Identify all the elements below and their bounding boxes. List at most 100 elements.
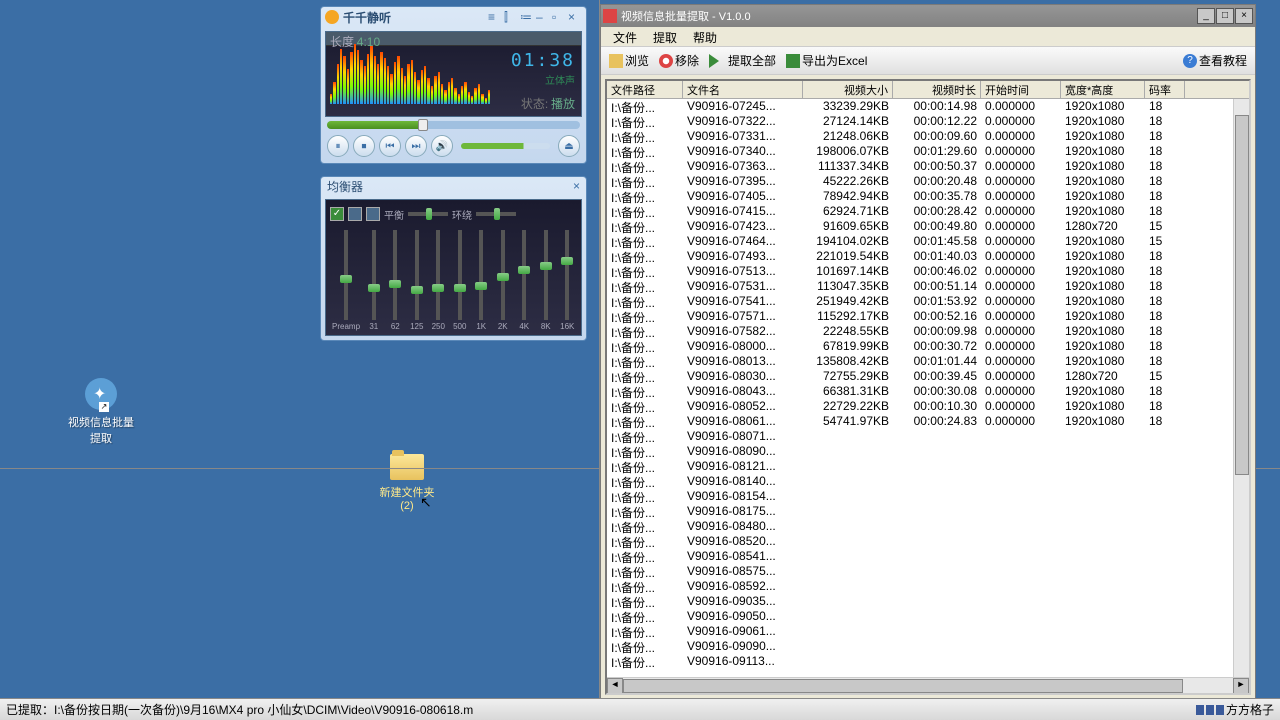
col-bitrate[interactable]: 码率 <box>1145 81 1185 98</box>
eq-band-4K[interactable]: 4K <box>517 230 533 331</box>
prev-button[interactable]: ⏮ <box>379 135 401 157</box>
menu-file[interactable]: 文件 <box>605 27 645 46</box>
eq-band-2K[interactable]: 2K <box>495 230 511 331</box>
mode-icon[interactable]: ▫ <box>552 10 566 24</box>
remove-button[interactable]: 移除 <box>655 50 703 71</box>
visualizer-icon[interactable]: ⫿ <box>504 10 518 24</box>
table-row[interactable]: I:\备份...V90916-08090... <box>607 444 1249 459</box>
playlist-icon[interactable]: ≡ <box>488 10 502 24</box>
table-row[interactable]: I:\备份...V90916-09090... <box>607 639 1249 654</box>
scroll-thumb[interactable] <box>1235 115 1249 475</box>
scroll-thumb-h[interactable] <box>623 679 1183 693</box>
progress-bar[interactable] <box>327 121 580 129</box>
eq-band-8K[interactable]: 8K <box>538 230 554 331</box>
stop-button[interactable]: ⏹ <box>353 135 375 157</box>
table-row[interactable]: I:\备份...V90916-07405...78942.94KB00:00:3… <box>607 189 1249 204</box>
eq-band-250[interactable]: 250 <box>431 230 447 331</box>
volume-slider[interactable] <box>461 143 550 149</box>
browse-button[interactable]: 浏览 <box>605 50 653 71</box>
table-row[interactable]: I:\备份...V90916-08052...22729.22KB00:00:1… <box>607 399 1249 414</box>
table-row[interactable]: I:\备份...V90916-08043...66381.31KB00:00:3… <box>607 384 1249 399</box>
eq-band-62[interactable]: 62 <box>388 230 404 331</box>
col-filename[interactable]: 文件名 <box>683 81 803 98</box>
eq-titlebar[interactable]: 均衡器 × <box>321 177 586 195</box>
table-row[interactable]: I:\备份...V90916-07331...21248.06KB00:00:0… <box>607 129 1249 144</box>
table-row[interactable]: I:\备份...V90916-09113... <box>607 654 1249 669</box>
table-row[interactable]: I:\备份...V90916-07415...62924.71KB00:00:2… <box>607 204 1249 219</box>
open-button[interactable]: ⏏ <box>558 135 580 157</box>
minimize-button[interactable]: _ <box>1197 8 1215 24</box>
extract-all-button[interactable]: 提取全部 <box>705 50 780 71</box>
eq-reset-button[interactable] <box>366 207 380 221</box>
table-row[interactable]: I:\备份...V90916-08154... <box>607 489 1249 504</box>
table-row[interactable]: I:\备份...V90916-08071... <box>607 429 1249 444</box>
scroll-left-arrow[interactable]: ◄ <box>607 678 623 694</box>
surround-slider[interactable] <box>476 212 516 216</box>
table-row[interactable]: I:\备份...V90916-07464...194104.02KB00:01:… <box>607 234 1249 249</box>
col-duration[interactable]: 视频时长 <box>893 81 981 98</box>
table-row[interactable]: I:\备份...V90916-07245...33239.29KB00:00:1… <box>607 99 1249 114</box>
table-row[interactable]: I:\备份...V90916-07541...251949.42KB00:01:… <box>607 294 1249 309</box>
table-row[interactable]: I:\备份...V90916-08175... <box>607 504 1249 519</box>
table-row[interactable]: I:\备份...V90916-08140... <box>607 474 1249 489</box>
table-row[interactable]: I:\备份...V90916-07493...221019.54KB00:01:… <box>607 249 1249 264</box>
eq-band-1K[interactable]: 1K <box>474 230 490 331</box>
maximize-button[interactable]: □ <box>1216 8 1234 24</box>
progress-thumb[interactable] <box>418 119 428 131</box>
menu-extract[interactable]: 提取 <box>645 27 685 46</box>
table-row[interactable]: I:\备份...V90916-09061... <box>607 624 1249 639</box>
table-row[interactable]: I:\备份...V90916-09035... <box>607 594 1249 609</box>
menu-help[interactable]: 帮助 <box>685 27 725 46</box>
eq-band-Preamp[interactable]: Preamp <box>332 230 360 331</box>
next-button[interactable]: ⏭ <box>405 135 427 157</box>
col-size[interactable]: 视频大小 <box>803 81 893 98</box>
table-row[interactable]: I:\备份...V90916-07423...91609.65KB00:00:4… <box>607 219 1249 234</box>
horizontal-scrollbar[interactable]: ◄ ► <box>607 677 1249 693</box>
table-row[interactable]: I:\备份...V90916-08520... <box>607 534 1249 549</box>
eq-preset-button[interactable] <box>348 207 362 221</box>
vertical-scrollbar[interactable] <box>1233 99 1249 677</box>
volume-button[interactable]: 🔊 <box>431 135 453 157</box>
eq-close-icon[interactable]: × <box>573 179 580 193</box>
table-row[interactable]: I:\备份...V90916-08575... <box>607 564 1249 579</box>
lyrics-icon[interactable]: ≔ <box>520 10 534 24</box>
close-button[interactable]: × <box>1235 8 1253 24</box>
table-row[interactable]: I:\备份...V90916-08541... <box>607 549 1249 564</box>
table-row[interactable]: I:\备份...V90916-08061...54741.97KB00:00:2… <box>607 414 1249 429</box>
balance-slider[interactable] <box>408 212 448 216</box>
table-row[interactable]: I:\备份...V90916-07571...115292.17KB00:00:… <box>607 309 1249 324</box>
table-row[interactable]: I:\备份...V90916-07582...22248.55KB00:00:0… <box>607 324 1249 339</box>
table-row[interactable]: I:\备份...V90916-08480... <box>607 519 1249 534</box>
eq-band-16K[interactable]: 16K <box>560 230 576 331</box>
close-icon[interactable]: × <box>568 10 582 24</box>
table-row[interactable]: I:\备份...V90916-08592... <box>607 579 1249 594</box>
table-row[interactable]: I:\备份...V90916-07340...198006.07KB00:01:… <box>607 144 1249 159</box>
table-row[interactable]: I:\备份...V90916-08000...67819.99KB00:00:3… <box>607 339 1249 354</box>
vx-titlebar[interactable]: 视频信息批量提取 - V1.0.0 _ □ × <box>601 5 1255 27</box>
pause-button[interactable]: ⏸ <box>327 135 349 157</box>
table-row[interactable]: I:\备份...V90916-07513...101697.14KB00:00:… <box>607 264 1249 279</box>
tutorial-button[interactable]: ?查看教程 <box>1179 50 1251 71</box>
tray-icon[interactable] <box>1196 705 1204 715</box>
table-row[interactable]: I:\备份...V90916-08030...72755.29KB00:00:3… <box>607 369 1249 384</box>
eq-band-31[interactable]: 31 <box>366 230 382 331</box>
col-path[interactable]: 文件路径 <box>607 81 683 98</box>
export-excel-button[interactable]: 导出为Excel <box>782 50 871 71</box>
table-row[interactable]: I:\备份...V90916-08013...135808.42KB00:01:… <box>607 354 1249 369</box>
table-body[interactable]: I:\备份...V90916-07245...33239.29KB00:00:1… <box>607 99 1249 677</box>
scroll-right-arrow[interactable]: ► <box>1233 678 1249 694</box>
player-titlebar[interactable]: 千千静听 ≡ ⫿ ≔ – ▫ × <box>321 7 586 27</box>
col-start[interactable]: 开始时间 <box>981 81 1061 98</box>
table-row[interactable]: I:\备份...V90916-07322...27124.14KB00:00:1… <box>607 114 1249 129</box>
desktop-shortcut-video-extractor[interactable]: ↗ 视频信息批量 提取 <box>66 378 136 446</box>
col-dimensions[interactable]: 宽度*高度 <box>1061 81 1145 98</box>
table-row[interactable]: I:\备份...V90916-07531...113047.35KB00:00:… <box>607 279 1249 294</box>
eq-enable-checkbox[interactable]: ✓ <box>330 207 344 221</box>
eq-band-125[interactable]: 125 <box>409 230 425 331</box>
tray-icon[interactable] <box>1206 705 1214 715</box>
tray-icon[interactable] <box>1216 705 1224 715</box>
table-row[interactable]: I:\备份...V90916-09050... <box>607 609 1249 624</box>
minimize-icon[interactable]: – <box>536 10 550 24</box>
table-row[interactable]: I:\备份...V90916-08121... <box>607 459 1249 474</box>
table-row[interactable]: I:\备份...V90916-07395...45222.26KB00:00:2… <box>607 174 1249 189</box>
